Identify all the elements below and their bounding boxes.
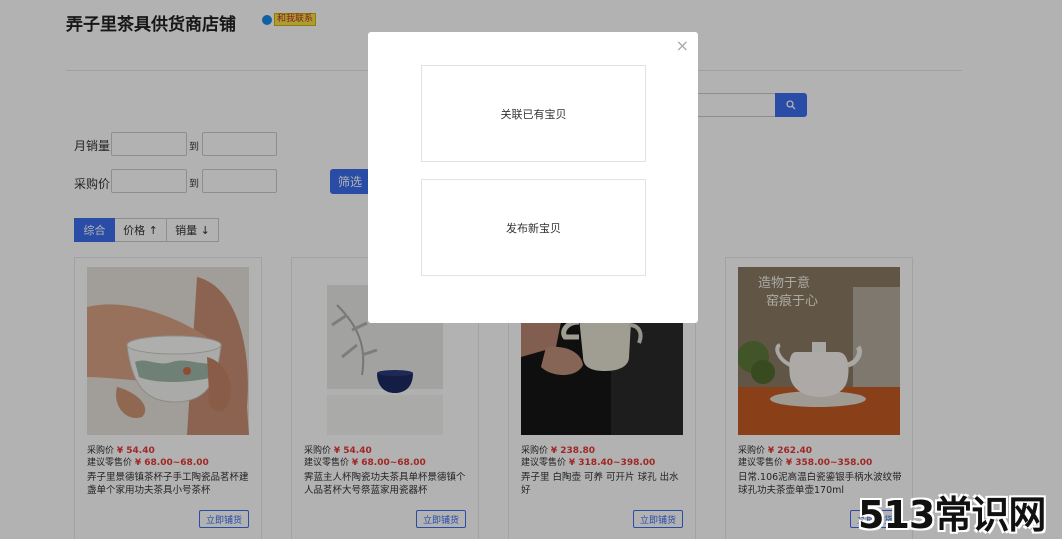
publish-new-item-option[interactable]: 发布新宝贝 xyxy=(421,179,646,276)
publish-modal: × 关联已有宝贝 发布新宝贝 xyxy=(368,32,698,323)
page: 弄子里茶具供货商店铺 和我联系 月销量 到 采购价 到 筛选 综合 价格 ↑ 销… xyxy=(0,0,1062,539)
link-existing-item-option[interactable]: 关联已有宝贝 xyxy=(421,65,646,162)
close-icon[interactable]: × xyxy=(676,38,689,54)
watermark: 513常识网 xyxy=(858,493,1046,537)
